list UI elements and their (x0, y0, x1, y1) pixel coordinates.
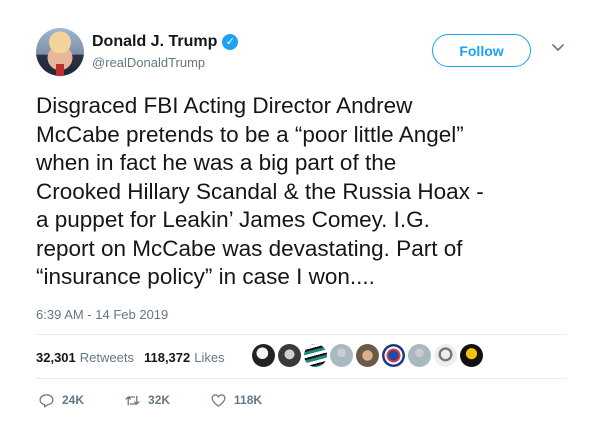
reply-count: 24K (62, 393, 85, 407)
engagement-stats: 32,301 Retweets 118,372 Likes (36, 348, 235, 366)
reply-action[interactable]: 24K (38, 392, 84, 409)
liker-avatar[interactable] (278, 344, 301, 367)
liker-avatar[interactable] (382, 344, 405, 367)
liker-avatar[interactable] (434, 344, 457, 367)
likes-count[interactable]: 118,372 (144, 350, 190, 365)
tweet-card: Donald J. Trump ✓ @realDonaldTrump Follo… (0, 0, 600, 429)
author-display-name[interactable]: Donald J. Trump (92, 33, 217, 51)
tweet-timestamp[interactable]: 6:39 AM - 14 Feb 2019 (36, 307, 168, 322)
tweet-text: Disgraced FBI Acting Director Andrew McC… (36, 93, 484, 289)
liker-avatar[interactable] (460, 344, 483, 367)
chevron-down-icon[interactable] (551, 40, 565, 54)
retweet-count: 32K (148, 393, 171, 407)
author-handle[interactable]: @realDonaldTrump (92, 55, 205, 70)
liker-avatar[interactable] (330, 344, 353, 367)
follow-button[interactable]: Follow (432, 34, 531, 67)
liker-avatar[interactable] (356, 344, 379, 367)
like-count: 118K (234, 393, 263, 407)
liker-avatar[interactable] (252, 344, 275, 367)
likes-label[interactable]: Likes (194, 350, 224, 365)
verified-badge-icon: ✓ (222, 34, 239, 50)
liker-avatars (252, 344, 483, 368)
divider (36, 334, 566, 335)
author-name-row: Donald J. Trump ✓ (92, 32, 239, 52)
retweet-icon (125, 395, 140, 405)
liker-avatar[interactable] (304, 344, 327, 367)
heart-icon (211, 393, 226, 407)
like-action[interactable]: 118K (210, 392, 262, 409)
retweets-count[interactable]: 32,301 (36, 350, 76, 365)
retweets-label[interactable]: Retweets (80, 350, 134, 365)
liker-avatar[interactable] (408, 344, 431, 367)
tweet-actions: 24K 32K 118K (38, 390, 302, 410)
retweet-action[interactable]: 32K (124, 392, 170, 409)
divider (36, 378, 566, 379)
avatar[interactable] (36, 28, 84, 76)
reply-icon (39, 393, 54, 408)
